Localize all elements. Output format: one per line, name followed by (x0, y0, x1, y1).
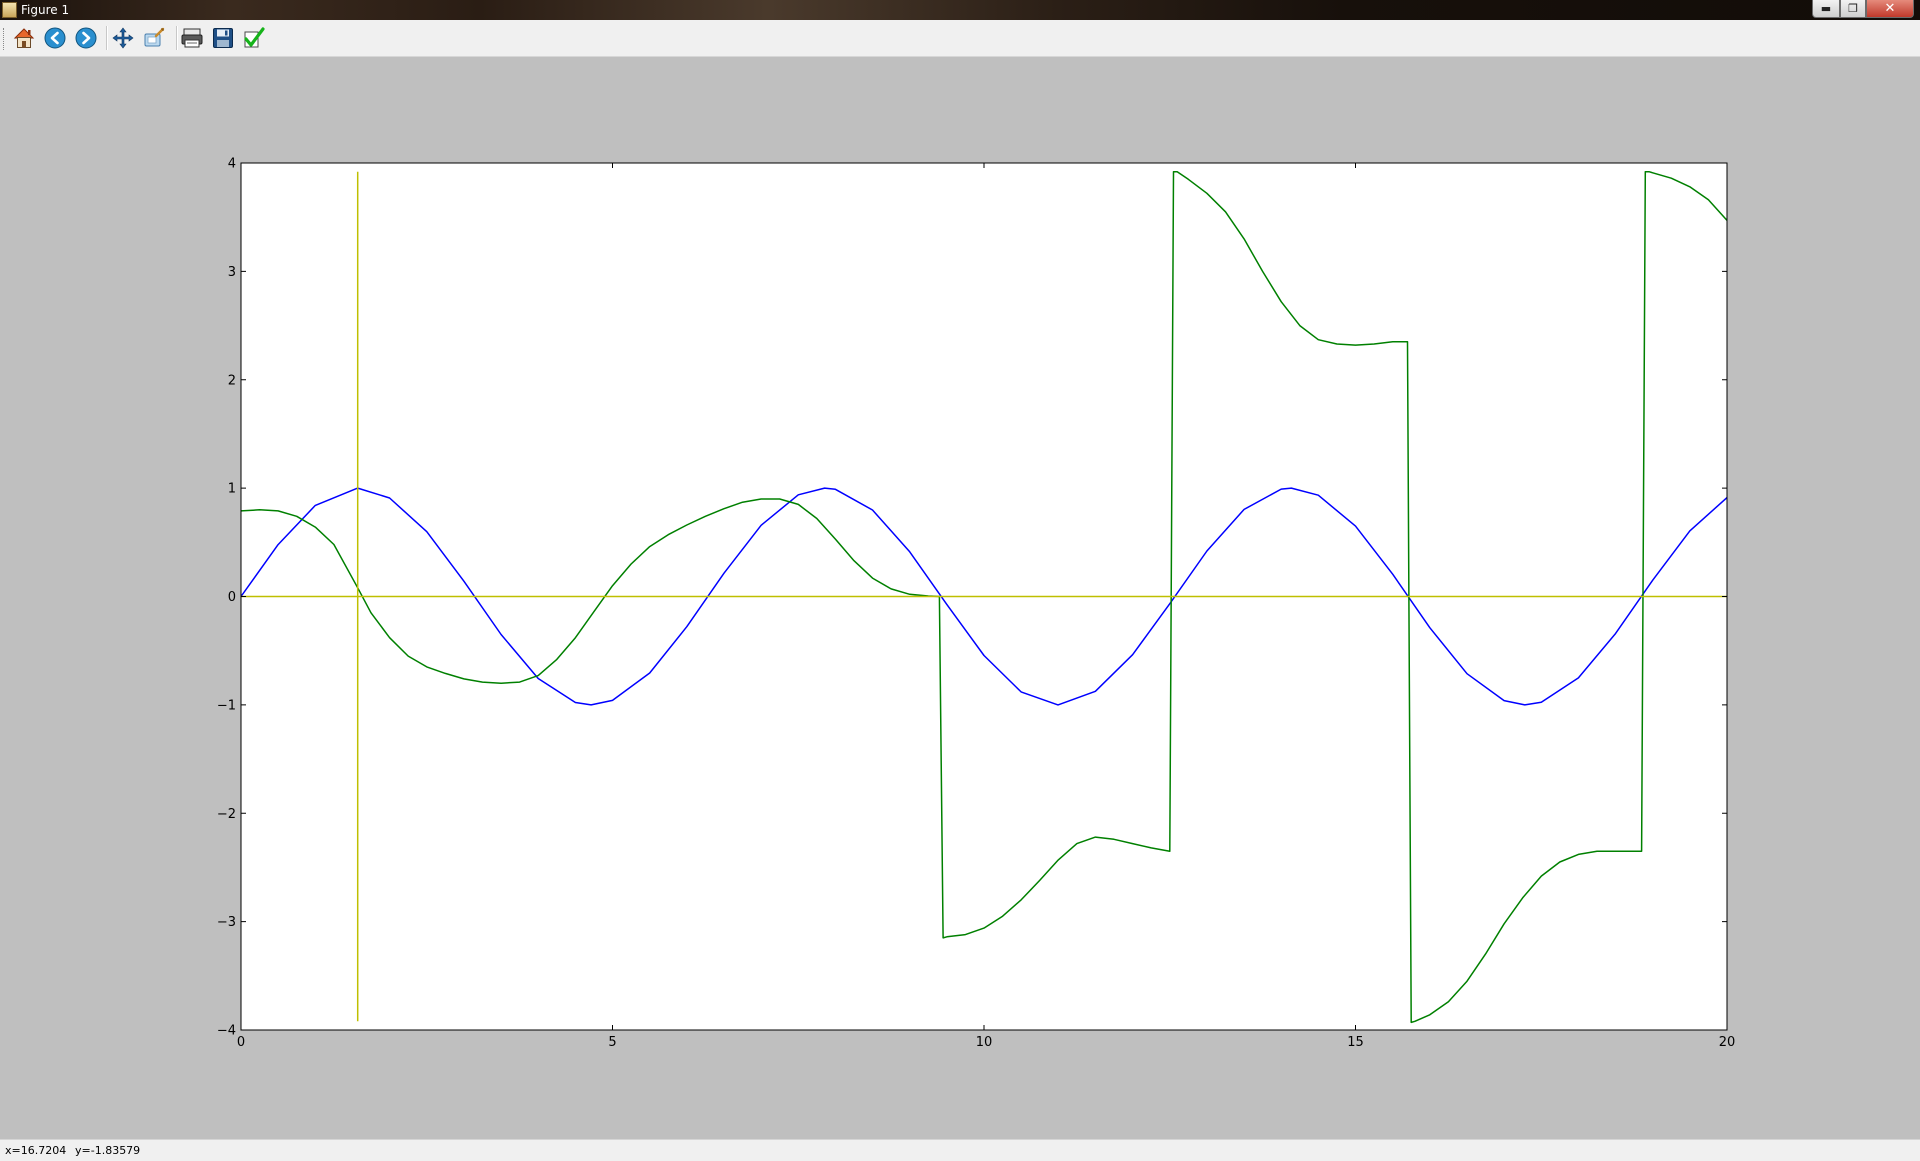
pan-button[interactable] (110, 25, 136, 51)
cursor-x-readout: x=16.7204 (5, 1144, 67, 1157)
pan-icon (112, 27, 134, 49)
edit-check-icon (244, 27, 265, 48)
navigation-toolbar (0, 20, 1920, 57)
toolbar-separator (176, 26, 178, 50)
minimize-button[interactable]: ▬ (1812, 0, 1840, 18)
figure-canvas[interactable]: 0 5 10 15 20 4 3 2 1 0 −1 −2 −3 −4 (0, 57, 1920, 1139)
window-title: Figure 1 (21, 3, 70, 17)
y-tick-label: −3 (217, 915, 236, 930)
zoom-button[interactable] (141, 25, 167, 51)
plot-svg: 0 5 10 15 2043210−1−2−3−4 (217, 157, 1736, 1051)
home-icon (13, 28, 35, 48)
x-tick-label: 5 (608, 1035, 616, 1050)
toolbar-grip (3, 28, 7, 50)
y-tick-label: −2 (217, 807, 236, 822)
forward-button[interactable] (73, 25, 99, 51)
app-icon (2, 2, 17, 18)
back-button[interactable] (42, 25, 68, 51)
title-bar: Figure 1 ▬ ❐ ✕ (0, 0, 1920, 20)
toolbar-separator (106, 26, 108, 50)
x-tick-label: 0 (237, 1035, 245, 1050)
y-tick-label: 0 (228, 590, 236, 605)
x-tick-label: 20 (1719, 1035, 1736, 1050)
home-button[interactable] (11, 25, 37, 51)
back-icon (44, 27, 66, 49)
close-button[interactable]: ✕ (1866, 0, 1914, 18)
subplots-icon (181, 28, 203, 48)
y-tick-label: −1 (217, 698, 236, 713)
y-tick-label: 3 (228, 265, 236, 280)
y-tick-label: 1 (228, 482, 236, 497)
forward-icon (75, 27, 97, 49)
y-tick-label: −4 (217, 1024, 236, 1039)
status-bar: x=16.7204 y=-1.83579 (0, 1139, 1920, 1161)
subplots-button[interactable] (179, 25, 205, 51)
maximize-button[interactable]: ❐ (1840, 0, 1866, 18)
x-tick-label: 10 (976, 1035, 993, 1050)
y-tick-label: 2 (228, 373, 236, 388)
save-button[interactable] (210, 25, 236, 51)
zoom-icon (144, 27, 165, 47)
x-tick-label: 15 (1347, 1035, 1364, 1050)
edit-parameters-button[interactable] (241, 25, 267, 51)
cursor-y-readout: y=-1.83579 (75, 1144, 141, 1157)
save-icon (213, 28, 233, 48)
y-tick-label: 4 (228, 157, 236, 172)
